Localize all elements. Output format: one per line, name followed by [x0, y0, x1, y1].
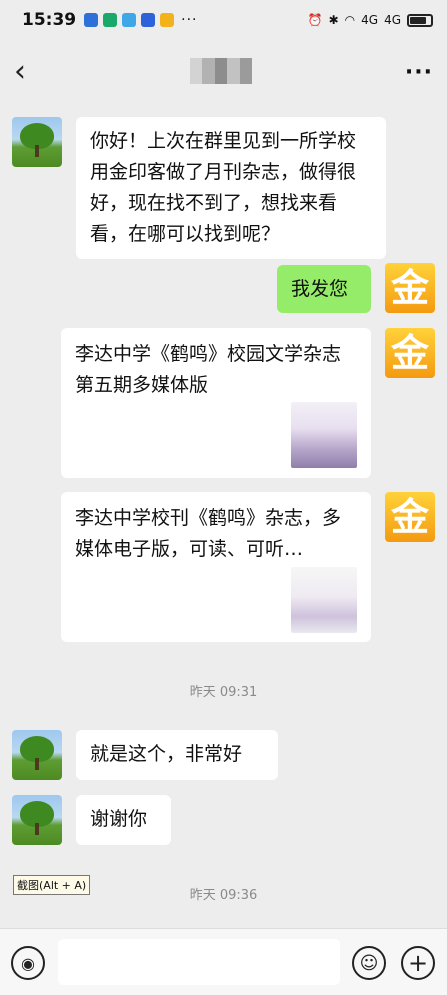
wifi-icon: ◠ — [344, 13, 356, 27]
card-title: 李达中学《鹤鸣》校园文学杂志第五期多媒体版 — [75, 343, 342, 396]
timestamp: 昨天 09:31 — [189, 685, 258, 700]
my-avatar[interactable]: 金 — [385, 263, 435, 313]
clock: 15:39 — [22, 10, 77, 30]
timestamp: 昨天 09:36 — [189, 888, 258, 903]
plus-icon[interactable]: + — [401, 946, 435, 980]
more-options-icon[interactable]: ··· — [405, 60, 433, 85]
card-thumbnail — [291, 567, 357, 633]
card-title: 李达中学校刊《鹤鸣》杂志，多媒体电子版，可读、可听… — [75, 507, 342, 560]
my-avatar[interactable]: 金 — [385, 492, 435, 542]
bluetooth-icon: ✱ — [328, 13, 339, 27]
my-avatar[interactable]: 金 — [385, 328, 435, 378]
message-input[interactable] — [58, 939, 340, 985]
voice-input-icon[interactable]: ◉ — [11, 946, 45, 980]
message-bubble[interactable]: 谢谢你 — [76, 795, 171, 845]
link-card[interactable]: 李达中学《鹤鸣》校园文学杂志第五期多媒体版 — [61, 328, 371, 478]
chat-header: ‹ ··· — [0, 40, 447, 104]
signal-1-icon: 4G — [361, 13, 379, 27]
gold-avatar-image: 金 — [385, 328, 435, 378]
tree-avatar-image — [12, 117, 62, 167]
notification-icons: ··· — [84, 12, 197, 28]
link-card[interactable]: 李达中学校刊《鹤鸣》杂志，多媒体电子版，可读、可听… — [61, 492, 371, 642]
back-chevron-icon[interactable]: ‹ — [14, 57, 54, 87]
message-bubble[interactable]: 就是这个，非常好 — [76, 730, 278, 780]
input-bar: ◉ ☺ + — [0, 928, 447, 995]
my-message-bubble[interactable]: 我发您 — [277, 265, 371, 313]
contact-avatar[interactable] — [12, 795, 62, 845]
message-bubble[interactable]: 你好！上次在群里见到一所学校用金印客做了月刊杂志，做得很好，现在找不到了，想找来… — [76, 117, 386, 259]
tree-avatar-image — [12, 730, 62, 780]
tree-avatar-image — [12, 795, 62, 845]
home-app-icon — [103, 13, 118, 27]
battery-icon — [407, 13, 433, 27]
u-app-icon — [84, 13, 99, 27]
alarm-icon: ⏰ — [307, 13, 323, 27]
status-bar: 15:39 ··· ⏰ ✱ ◠ 4G 4G — [0, 0, 447, 40]
chat-app-icon — [122, 13, 137, 27]
mail-app-icon — [160, 13, 175, 27]
more-notifications-icon: ··· — [181, 12, 198, 28]
gold-avatar-image: 金 — [385, 263, 435, 313]
system-icons: ⏰ ✱ ◠ 4G 4G — [308, 13, 433, 27]
emoji-icon[interactable]: ☺ — [352, 946, 386, 980]
shield-app-icon — [141, 13, 156, 27]
gold-avatar-image: 金 — [385, 492, 435, 542]
contact-avatar[interactable] — [12, 730, 62, 780]
signal-2-icon: 4G — [384, 13, 401, 27]
card-thumbnail — [291, 402, 357, 468]
chat-title-redacted — [190, 58, 253, 84]
contact-avatar[interactable] — [12, 117, 62, 167]
